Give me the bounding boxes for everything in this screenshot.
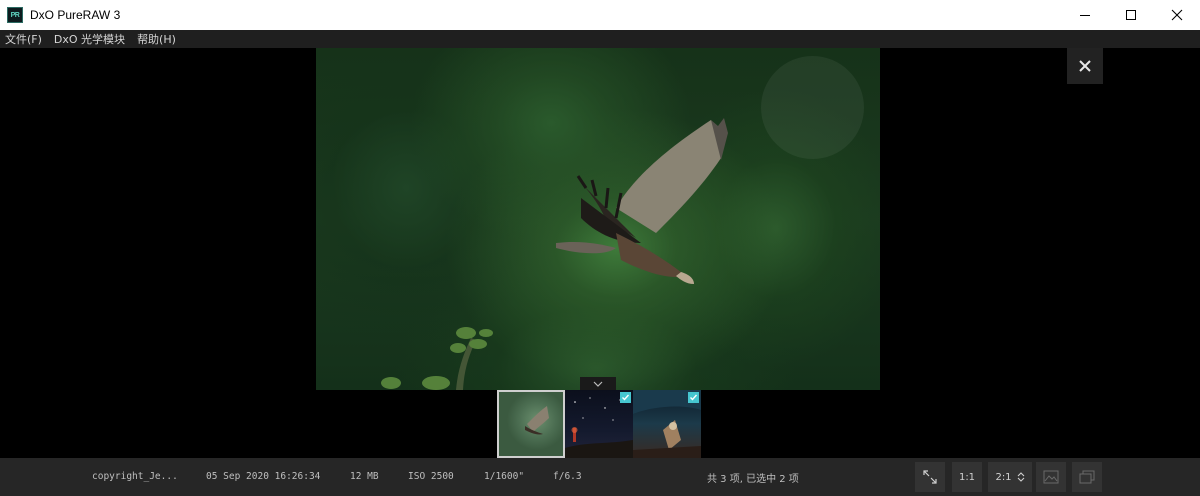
- zoom-1-1-button[interactable]: 1:1: [952, 462, 982, 492]
- menu-dxo-optics-modules[interactable]: DxO 光学模块: [54, 31, 125, 47]
- compare-icon: [1043, 470, 1059, 484]
- eagle-shape: [556, 118, 728, 284]
- minimize-icon: [1080, 15, 1090, 16]
- fullscreen-button[interactable]: [915, 462, 945, 492]
- title-bar: PR DxO PureRAW 3: [0, 0, 1200, 30]
- menu-help[interactable]: 帮助(H): [137, 31, 176, 47]
- status-bar: copyright_Je... 05 Sep 2020 16:26:34 12 …: [0, 458, 1200, 496]
- thumbnail-night-sky[interactable]: [565, 390, 633, 458]
- check-icon: [690, 394, 698, 401]
- thumbnail-eagle[interactable]: [497, 390, 565, 458]
- menu-file[interactable]: 文件(F): [5, 31, 42, 47]
- status-copyright: copyright_Je...: [92, 471, 178, 482]
- chevron-down-icon: [593, 381, 603, 387]
- stack-view-button[interactable]: [1072, 462, 1102, 492]
- collapse-filmstrip-button[interactable]: [580, 377, 616, 390]
- window-title: DxO PureRAW 3: [30, 8, 121, 22]
- status-file-size: 12 MB: [350, 471, 379, 482]
- window-controls: [1062, 0, 1200, 30]
- selection-checkbox[interactable]: [688, 392, 699, 403]
- image-viewer: [0, 48, 1200, 458]
- check-icon: [622, 394, 630, 401]
- status-aperture: f/6.3: [553, 471, 582, 482]
- filmstrip: [497, 390, 701, 458]
- close-window-button[interactable]: [1154, 0, 1200, 30]
- close-preview-button[interactable]: [1067, 48, 1103, 84]
- maximize-icon: [1126, 10, 1136, 20]
- status-iso: ISO 2500: [408, 471, 454, 482]
- app-logo-icon: PR: [7, 7, 23, 23]
- maximize-button[interactable]: [1108, 0, 1154, 30]
- status-selection-count: 共 3 项, 已选中 2 项: [707, 474, 799, 485]
- close-icon: [1079, 60, 1091, 72]
- selection-checkbox[interactable]: [620, 392, 631, 403]
- fullscreen-icon: [923, 470, 937, 484]
- zoom-select[interactable]: 2:1: [988, 462, 1032, 492]
- menu-bar: 文件(F) DxO 光学模块 帮助(H): [0, 30, 1200, 48]
- thumbnail-cave[interactable]: [633, 390, 701, 458]
- close-icon: [1171, 9, 1183, 21]
- app-logo-text: PR: [10, 11, 20, 19]
- stack-icon: [1079, 470, 1095, 484]
- status-shutter: 1/1600": [484, 471, 525, 482]
- zoom-select-value: 2:1: [995, 471, 1012, 483]
- preview-image: [316, 48, 880, 390]
- status-date: 05 Sep 2020 16:26:34: [206, 471, 321, 482]
- compare-button[interactable]: [1036, 462, 1066, 492]
- minimize-button[interactable]: [1062, 0, 1108, 30]
- stepper-icon: [1017, 472, 1024, 482]
- watermark-logo: [761, 56, 864, 159]
- thumbnail-image: [525, 406, 549, 435]
